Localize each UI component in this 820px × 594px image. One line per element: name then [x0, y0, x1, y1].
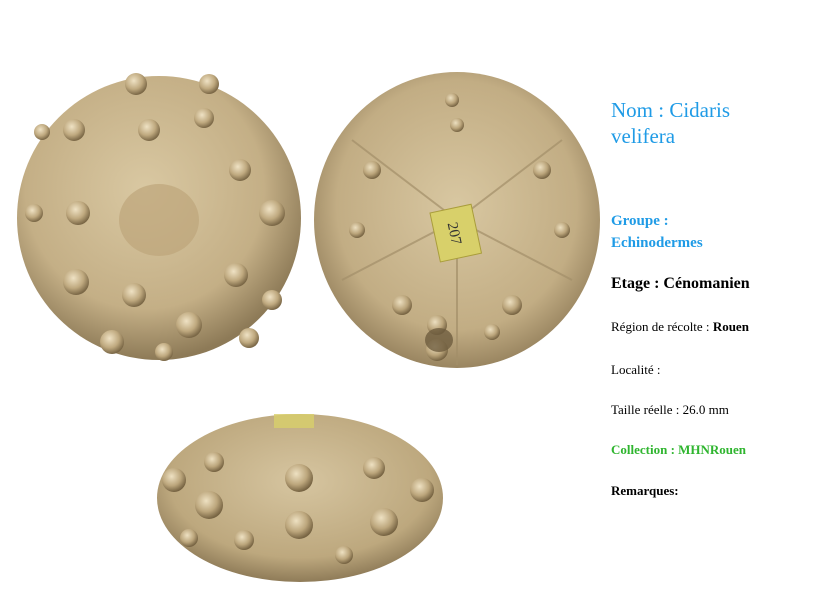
region-value: Rouen: [712, 319, 749, 334]
specimen-group-line1: Groupe :: [611, 213, 669, 229]
region-label: Région de récolte :: [611, 319, 710, 334]
specimen-name-line1: Nom : Cidaris: [611, 98, 730, 122]
specimen-region: Région de récolte : Rouen: [611, 319, 749, 335]
sea-urchin-side-icon: [157, 414, 443, 582]
specimen-group-line2: Echinodermes: [611, 235, 703, 251]
fossil-bottom-view-image: 207: [312, 70, 602, 375]
fossil-side-view-image: [154, 410, 446, 586]
specimen-name-line2: velifera: [611, 124, 676, 148]
sea-urchin-bottom-icon: 207: [314, 72, 600, 368]
sea-urchin-top-icon: [17, 73, 301, 361]
specimen-name: Nom : Cidaris velifera: [611, 97, 811, 149]
specimen-size: Taille réelle : 26.0 mm: [611, 402, 729, 417]
specimen-remarks: Remarques:: [611, 483, 679, 498]
fossil-top-view-image: [14, 70, 304, 370]
specimen-collection: Collection : MHNRouen: [611, 442, 747, 457]
specimen-stage: Etage : Cénomanien: [611, 275, 750, 292]
specimen-locality: Localité :: [611, 362, 661, 377]
specimen-group: Groupe : Echinodermes: [611, 210, 811, 254]
